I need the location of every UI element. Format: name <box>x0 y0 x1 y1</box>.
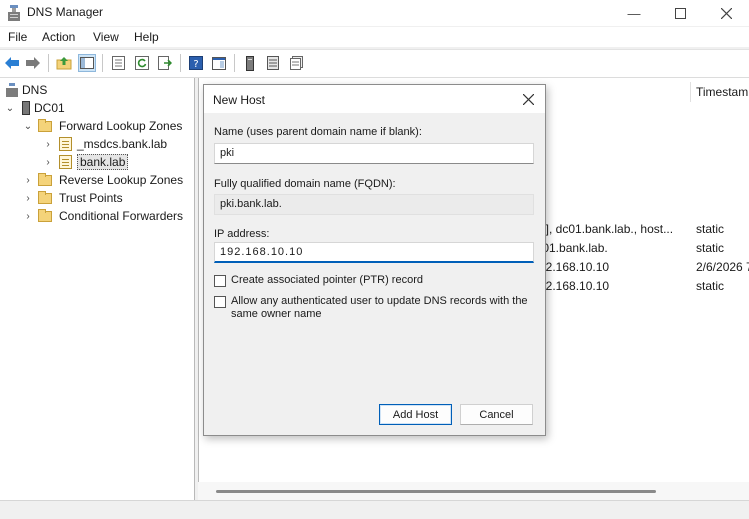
refresh-button[interactable] <box>133 54 151 72</box>
close-window-button[interactable] <box>703 0 749 26</box>
scrollbar-thumb[interactable] <box>216 490 656 493</box>
menu-action[interactable]: Action <box>42 30 75 44</box>
record-data: :01.bank.lab. <box>539 241 608 255</box>
chevron-down-icon[interactable]: ⌄ <box>22 121 34 132</box>
show-hide-console-tree-button[interactable] <box>78 54 96 72</box>
record-data: 32.168.10.10 <box>539 279 610 293</box>
dns-icon <box>6 83 18 97</box>
authenticated-update-label: Allow any authenticated user to update D… <box>231 295 528 320</box>
tree-node-conditional-forwarders[interactable]: › Conditional Forwarders <box>22 207 183 225</box>
folder-icon <box>38 208 52 222</box>
dialog-close-button[interactable] <box>519 90 537 108</box>
show-action-pane-button[interactable] <box>210 54 228 72</box>
close-icon <box>720 7 732 19</box>
menu-view[interactable]: View <box>93 30 119 44</box>
column-header-timestamp[interactable]: Timestam <box>696 85 748 99</box>
authenticated-update-checkbox[interactable] <box>214 296 226 308</box>
name-label: Name (uses parent domain name if blank): <box>214 126 422 138</box>
record-timestamp: static <box>696 222 725 236</box>
folder-up-icon <box>56 57 72 70</box>
title-bar: DNS Manager — <box>0 0 749 26</box>
maximize-button[interactable] <box>657 0 703 26</box>
menu-help[interactable]: Help <box>134 30 159 44</box>
export-list-button[interactable] <box>156 54 174 72</box>
console-tree: DNS ⌄ DC01 ⌄ Forward Lookup Zones › _msd… <box>0 78 195 500</box>
help-icon: ? <box>189 56 203 70</box>
server-button[interactable] <box>241 54 259 72</box>
toolbar: ? <box>0 49 749 78</box>
ptr-record-checkbox[interactable] <box>214 275 226 287</box>
console-tree-icon <box>80 57 94 69</box>
chevron-right-icon[interactable]: › <box>22 175 34 186</box>
help-button[interactable]: ? <box>187 54 205 72</box>
folder-icon <box>38 190 52 204</box>
maximize-icon <box>674 7 686 19</box>
records-icon <box>267 56 279 70</box>
zone-list-icon <box>289 56 303 70</box>
tree-node-dc01[interactable]: ⌄ DC01 <box>4 99 65 117</box>
tree-node-msdcs-zone[interactable]: › _msdcs.bank.lab <box>42 135 167 153</box>
horizontal-scrollbar[interactable] <box>198 482 749 500</box>
zone-icon <box>59 155 72 169</box>
cancel-button[interactable]: Cancel <box>460 404 533 425</box>
ip-address-input[interactable]: 192.168.10.10 <box>214 242 534 263</box>
record-data: 1], dc01.bank.lab., host... <box>539 222 674 236</box>
properties-button[interactable] <box>109 54 127 72</box>
ptr-record-option[interactable]: Create associated pointer (PTR) record <box>214 274 534 287</box>
folder-icon <box>38 118 52 132</box>
add-host-button[interactable]: Add Host <box>379 404 452 425</box>
chevron-right-icon[interactable]: › <box>42 157 54 168</box>
forward-button[interactable] <box>24 54 42 72</box>
server-icon <box>246 55 254 71</box>
record-timestamp: 2/6/2026 7 <box>696 260 749 274</box>
tree-node-dns[interactable]: DNS <box>6 81 47 99</box>
status-bar <box>0 500 749 519</box>
fqdn-field: pki.bank.lab. <box>214 194 534 215</box>
tree-node-reverse-lookup-zones[interactable]: › Reverse Lookup Zones <box>22 171 183 189</box>
zone-list-button[interactable] <box>287 54 305 72</box>
server-icon <box>22 101 30 115</box>
dialog-title: New Host <box>213 93 266 107</box>
dialog-title-bar: New Host <box>204 85 545 113</box>
ip-address-label: IP address: <box>214 228 270 240</box>
authenticated-update-option[interactable]: Allow any authenticated user to update D… <box>214 295 534 321</box>
properties-icon <box>111 56 125 70</box>
record-timestamp: static <box>696 279 725 293</box>
chevron-right-icon[interactable]: › <box>22 211 34 222</box>
back-arrow-icon <box>5 57 19 69</box>
new-host-dialog: New Host Name (uses parent domain name i… <box>203 84 546 436</box>
fqdn-label: Fully qualified domain name (FQDN): <box>214 178 396 190</box>
minimize-button[interactable]: — <box>611 0 657 26</box>
chevron-down-icon[interactable]: ⌄ <box>4 103 16 114</box>
folder-icon <box>38 172 52 186</box>
minimize-icon: — <box>627 5 641 21</box>
back-button[interactable] <box>3 54 21 72</box>
export-icon <box>158 56 172 70</box>
menu-bar: File Action View Help <box>0 27 749 47</box>
record-timestamp: static <box>696 241 725 255</box>
window-title: DNS Manager <box>27 5 104 19</box>
tree-node-bank-lab-zone[interactable]: › bank.lab <box>42 153 129 171</box>
refresh-icon <box>135 56 149 70</box>
menu-file[interactable]: File <box>8 30 27 44</box>
list-records-button[interactable] <box>264 54 282 72</box>
zone-icon <box>59 137 72 151</box>
name-input[interactable]: pki <box>214 143 534 164</box>
record-data: 32.168.10.10 <box>539 260 610 274</box>
tree-node-forward-lookup-zones[interactable]: ⌄ Forward Lookup Zones <box>22 117 182 135</box>
close-icon <box>522 93 534 105</box>
chevron-right-icon[interactable]: › <box>42 139 54 150</box>
dns-manager-icon <box>8 5 20 21</box>
forward-arrow-icon <box>26 57 40 69</box>
svg-text:?: ? <box>193 59 198 70</box>
up-one-level-button[interactable] <box>55 54 73 72</box>
ptr-record-label: Create associated pointer (PTR) record <box>231 274 423 286</box>
tree-node-trust-points[interactable]: › Trust Points <box>22 189 123 207</box>
action-pane-icon <box>212 56 226 70</box>
chevron-right-icon[interactable]: › <box>22 193 34 204</box>
